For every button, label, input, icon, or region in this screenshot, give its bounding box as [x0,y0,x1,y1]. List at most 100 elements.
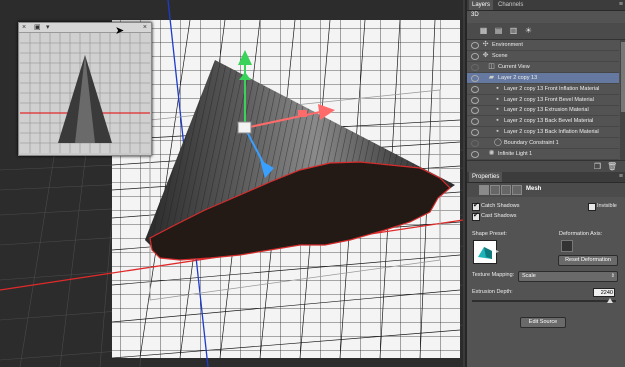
layer-row[interactable]: ▪ Layer 2 copy 13 Back Inflation Material [467,127,619,139]
visibility-eye-icon[interactable] [471,96,479,104]
material-icon: ▪ [496,84,499,92]
mini-preview-canvas [20,33,150,153]
layer-label: Layer 2 copy 13 Front Inflation Material [504,85,600,92]
mini-menu-icon[interactable]: ▾ [46,23,50,32]
layer-row[interactable]: ◫ Current View [467,62,619,73]
visibility-eye-icon[interactable] [471,42,479,49]
properties-menu-icon[interactable]: ≡ [619,172,623,182]
layer-label: Scene [492,52,508,59]
layer-list-scrollbar[interactable] [620,40,625,160]
visibility-eye-icon[interactable] [471,140,479,148]
shape-preset-label: Shape Preset: [472,231,507,237]
layer-label: Current View [498,63,530,70]
3d-viewport[interactable]: × ▣ ▾ × ➤ [0,0,463,367]
material-icon: ▪ [496,106,499,114]
tab-layers[interactable]: Layers [469,0,494,10]
coordinates-props-icon[interactable] [512,185,522,195]
cast-shadows-checkbox[interactable] [472,211,480,221]
section-3d-label: 3D [471,12,479,18]
layers-tab-row: Layers Channels ≡ [467,0,625,11]
properties-toolbar: Mesh [467,183,625,197]
deformation-axis-label: Deformation Axis: [559,231,603,237]
panel-menu-icon[interactable]: ≡ [619,0,623,10]
catch-shadows-checkbox[interactable] [472,201,480,211]
layer-list: ✣ Environment ✥ Scene ◫ Current View ▰ Layer 2 … [467,40,619,160]
edit-source-button[interactable]: Edit Source [520,317,566,328]
invisible-label: Invisible [597,203,617,209]
tab-channels[interactable]: Channels [495,0,526,10]
visibility-eye-icon[interactable] [471,118,479,126]
shape-preset-icon [478,247,492,259]
reset-deformation-button[interactable]: Reset Deformation [558,255,618,266]
layer-row[interactable]: ▰ Layer 2 copy 13 [467,72,619,84]
environment-icon: ✣ [482,41,489,48]
extrusion-depth-slider[interactable] [472,300,616,302]
visibility-eye-icon[interactable] [471,151,479,158]
texture-mapping-value: Scale [522,273,536,279]
mini-close-icon[interactable]: × [22,23,26,32]
mesh-filter-icon[interactable]: ▤ [494,26,503,35]
texture-mapping-select[interactable]: Scale ⇕ [518,271,618,282]
shape-preset-picker[interactable] [473,240,497,264]
layer-label: Infinite Light 1 [498,151,533,157]
layer-label: Layer 2 copy 13 Back Bevel Material [504,118,594,125]
material-icon: ▪ [496,128,499,136]
cap-props-icon[interactable] [501,185,511,195]
layer-label: Layer 2 copy 13 Extrusion Material [504,107,589,114]
layer-label: Environment [492,42,523,48]
mini-preview-titlebar[interactable]: × ▣ ▾ × [19,23,151,33]
invisible-checkbox[interactable] [588,203,596,211]
visibility-eye-icon[interactable] [471,107,479,115]
visibility-eye-icon[interactable] [471,52,479,60]
material-icon: ▪ [496,95,499,103]
layer-label: Boundary Constraint 1 [504,140,559,147]
shape-preset-dropdown-icon[interactable]: ▸ [496,248,499,255]
visibility-eye-icon[interactable] [471,63,479,71]
layers-footer: ❐ 🗑 [467,160,625,172]
deformation-axis-widget[interactable] [561,240,573,252]
visibility-eye-icon[interactable] [471,85,479,93]
extrusion-depth-slider-thumb[interactable] [607,298,614,303]
catch-shadows-label: Catch Shadows [481,203,520,209]
mini-collapse-icon[interactable]: × [143,23,147,32]
layers-filter-toolbar: ▦ ▤ ▥ ☀ [467,23,625,40]
layer-row[interactable]: ✥ Scene [467,51,619,62]
layer-list-scroll-thumb[interactable] [621,42,625,112]
layer-label: Layer 2 copy 13 Front Bevel Material [504,96,594,103]
gizmo-center-handle[interactable] [237,121,252,134]
visibility-eye-icon[interactable] [471,74,479,82]
layer-row[interactable]: ▪ Layer 2 copy 13 Front Bevel Material [467,95,619,106]
delete-layer-icon[interactable]: 🗑 [607,162,617,171]
properties-tab-row: Properties ≡ [467,172,625,183]
scene-icon: ✥ [482,51,489,59]
mini-preview-window[interactable]: × ▣ ▾ × [18,22,152,156]
layer-row[interactable]: ✺ Infinite Light 1 [467,149,619,160]
texture-mapping-label: Texture Mapping: [472,272,515,278]
cast-shadows-label: Cast Shadows [481,213,517,219]
visibility-eye-icon[interactable] [471,129,479,137]
layer-row[interactable]: ✣ Environment [467,40,619,51]
layer-row[interactable]: ▪ Layer 2 copy 13 Back Bevel Material [467,116,619,128]
mouse-cursor-icon: ➤ [115,25,125,37]
extrusion-depth-label: Extrusion Depth: [472,289,513,295]
camera-icon: ◫ [488,62,495,70]
layer-label: Layer 2 copy 13 [498,74,538,81]
material-icon: ▪ [496,117,499,125]
mesh-props-icon[interactable] [479,185,489,195]
layer-label: Layer 2 copy 13 Back Inflation Material [504,129,599,136]
new-layer-icon[interactable]: ❐ [593,162,602,171]
layer-row[interactable]: ▪ Layer 2 copy 13 Front Inflation Materia… [467,84,619,95]
scene-filter-icon[interactable]: ▦ [479,26,488,35]
tab-properties[interactable]: Properties [469,172,503,182]
deform-props-icon[interactable] [490,185,500,195]
mesh-section-label: Mesh [526,186,542,192]
layer-row[interactable]: ◯ Boundary Constraint 1 [467,138,619,150]
layer-row[interactable]: ▪ Layer 2 copy 13 Extrusion Material [467,105,619,117]
light-filter-icon[interactable]: ☀ [524,26,533,35]
mini-camera-icon[interactable]: ▣ [34,23,41,32]
extrusion-depth-input[interactable]: 2240 [593,288,615,297]
right-panel: Layers Channels ≡ 3D ▦ ▤ ▥ ☀ ✣ Environmen… [465,0,625,367]
material-filter-icon[interactable]: ▥ [509,26,518,35]
select-arrows-icon: ⇕ [610,273,615,279]
light-icon: ✺ [488,150,495,157]
